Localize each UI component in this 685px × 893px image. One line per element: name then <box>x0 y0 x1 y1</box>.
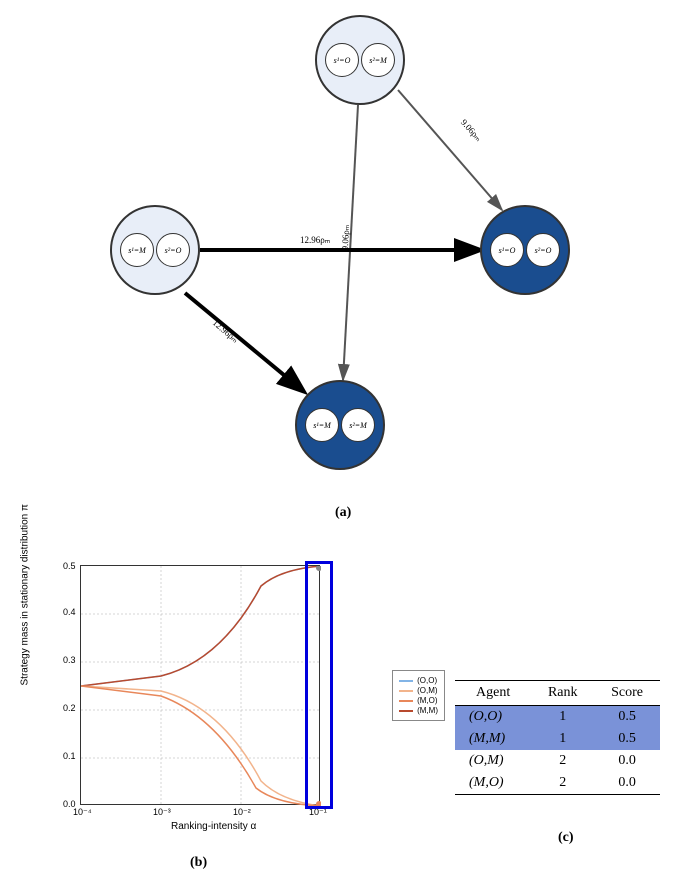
cell-agent: (O,M) <box>469 753 504 768</box>
node-bottom-s2: s²=M <box>341 408 375 442</box>
legend-0: (O,O) <box>417 676 437 685</box>
table-row: (O,O) 1 0.5 <box>455 706 660 729</box>
cell-score: 0.0 <box>594 772 660 795</box>
node-right: s¹=O s²=O <box>480 205 570 295</box>
legend-3: (M,M) <box>417 706 438 715</box>
ranking-table: Agent Rank Score (O,O) 1 0.5 (M,M) 1 0.5… <box>455 680 660 795</box>
table-row: (M,O) 2 0.0 <box>455 772 660 795</box>
th-agent: Agent <box>455 681 531 706</box>
panel-a-diagram: s¹=O s²=M s¹=M s²=O s¹=O s²=O s¹=M s²=M … <box>90 10 570 480</box>
node-left-s1: s¹=M <box>120 233 154 267</box>
panel-b-chart: Strategy mass in stationary distribution… <box>35 555 385 835</box>
node-top-s2: s²=M <box>361 43 395 77</box>
node-right-s2: s²=O <box>526 233 560 267</box>
cell-agent: (O,O) <box>469 709 502 724</box>
ytick-3: 0.3 <box>63 655 76 665</box>
cell-agent: (M,O) <box>469 775 504 790</box>
edge-label-tb: 9.06ρₘ <box>340 224 352 250</box>
chart-area: Ranking-intensity α 0.0 0.1 0.2 0.3 0.4 … <box>80 565 320 805</box>
node-bottom: s¹=M s²=M <box>295 380 385 470</box>
edge-label-lr: 12.96ρₘ <box>300 235 330 246</box>
table-row: (M,M) 1 0.5 <box>455 728 660 750</box>
table-row: (O,M) 2 0.0 <box>455 750 660 772</box>
xlabel: Ranking-intensity α <box>171 821 256 832</box>
edge-label-lb: 12.96ρₘ <box>210 318 240 346</box>
node-top-s1: s¹=O <box>325 43 359 77</box>
node-right-s1: s¹=O <box>490 233 524 267</box>
th-rank: Rank <box>531 681 594 706</box>
edge-label-tr: 9.06ρₘ <box>458 117 483 144</box>
th-score: Score <box>594 681 660 706</box>
highlight-box <box>305 561 333 809</box>
node-top: s¹=O s²=M <box>315 15 405 105</box>
xtick-0: 10⁻⁴ <box>73 807 92 818</box>
node-left-s2: s²=O <box>156 233 190 267</box>
cell-score: 0.5 <box>594 706 660 729</box>
cell-rank: 1 <box>531 728 594 750</box>
legend: (O,O) (O,M) (M,O) (M,M) <box>392 670 445 721</box>
ytick-5: 0.5 <box>63 561 76 571</box>
ytick-4: 0.4 <box>63 607 76 617</box>
xtick-1: 10⁻³ <box>153 807 171 818</box>
cell-score: 0.5 <box>594 728 660 750</box>
caption-a: (a) <box>335 505 351 521</box>
legend-1: (O,M) <box>417 686 437 695</box>
xtick-2: 10⁻² <box>233 807 251 818</box>
legend-2: (M,O) <box>417 696 437 705</box>
caption-c: (c) <box>558 830 574 846</box>
ytick-1: 0.1 <box>63 751 76 761</box>
caption-b: (b) <box>190 855 207 871</box>
panel-c-table: Agent Rank Score (O,O) 1 0.5 (M,M) 1 0.5… <box>455 680 660 795</box>
cell-rank: 2 <box>531 772 594 795</box>
ytick-2: 0.2 <box>63 703 76 713</box>
node-left: s¹=M s²=O <box>110 205 200 295</box>
cell-rank: 2 <box>531 750 594 772</box>
cell-rank: 1 <box>531 706 594 729</box>
cell-score: 0.0 <box>594 750 660 772</box>
chart-svg <box>81 566 321 806</box>
cell-agent: (M,M) <box>469 731 505 746</box>
ylabel: Strategy mass in stationary distribution… <box>20 504 31 685</box>
node-bottom-s1: s¹=M <box>305 408 339 442</box>
